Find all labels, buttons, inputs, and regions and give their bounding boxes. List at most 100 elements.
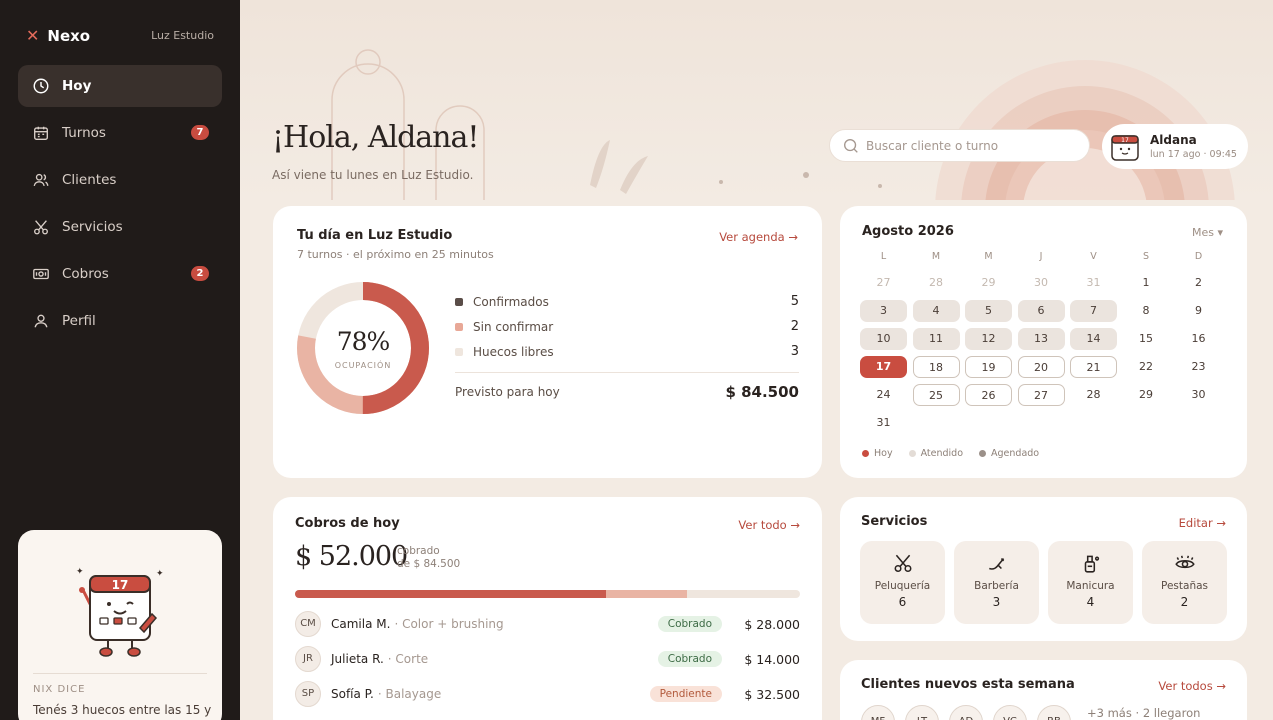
- calendar-day[interactable]: 29: [1123, 384, 1170, 406]
- client-name: Camila M.: [331, 617, 391, 631]
- services-title: Servicios: [861, 514, 928, 529]
- ver-todos-link[interactable]: Ver todos →: [1158, 679, 1226, 693]
- occupancy-label: OCUPACIÓN: [335, 359, 392, 370]
- service-name: Pestañas: [1161, 580, 1208, 592]
- day-card-subtitle: 7 turnos · el próximo en 25 minutos: [297, 248, 494, 261]
- more-clients-text: +3 más · 2 llegaron: [1087, 706, 1201, 720]
- calendar-day[interactable]: 8: [1123, 300, 1170, 322]
- calendar-day[interactable]: 11: [912, 328, 960, 350]
- calendar-day[interactable]: 31: [1070, 272, 1117, 294]
- service-tile-manicura[interactable]: Manicura 4: [1048, 541, 1133, 624]
- nexo-logo-icon: ✕: [26, 26, 40, 45]
- sidebar-item-servicios[interactable]: Servicios: [18, 206, 222, 248]
- payment-row[interactable]: JR Julieta R. · Corte Cobrado $ 14.000: [295, 645, 800, 673]
- calendar-day[interactable]: 24: [860, 384, 907, 406]
- calendar-day[interactable]: 22: [1123, 356, 1170, 378]
- legend-dot: [862, 450, 869, 457]
- calendar-day-today[interactable]: 17: [860, 356, 907, 378]
- editar-link[interactable]: Editar →: [1179, 516, 1226, 530]
- calendar-day[interactable]: 12: [965, 328, 1012, 350]
- legend-item-hoy: Hoy: [862, 448, 893, 459]
- payment-row[interactable]: CM Camila M. · Color + brushing Cobrado …: [295, 610, 800, 638]
- avatar: JR: [295, 646, 321, 672]
- sidebar-item-turnos[interactable]: Turnos 7: [18, 112, 222, 154]
- calendar-day[interactable]: 21: [1070, 356, 1117, 378]
- cobros-count-badge: 2: [191, 266, 209, 281]
- calendar-day[interactable]: 16: [1175, 328, 1222, 350]
- sidebar-item-cobros[interactable]: Cobros 2: [18, 253, 222, 295]
- calendar-day[interactable]: 27: [860, 272, 907, 294]
- client-avatar[interactable]: AD: [949, 705, 983, 720]
- calendar-day[interactable]: 18: [912, 356, 960, 378]
- weekday-header: M: [931, 251, 941, 262]
- new-clients-card: Clientes nuevos esta semana Ver todos → …: [840, 660, 1247, 720]
- weekday-header: M: [984, 251, 993, 262]
- client-name: Sofía P.: [331, 687, 374, 701]
- calendar-day[interactable]: 26: [965, 384, 1012, 406]
- service-tile-peluqueria[interactable]: Peluquería 6: [860, 541, 945, 624]
- ver-agenda-link[interactable]: Ver agenda →: [719, 230, 798, 244]
- calendar-day[interactable]: 5: [965, 300, 1012, 322]
- calendar-day[interactable]: 4: [912, 300, 960, 322]
- calendar-day[interactable]: 6: [1017, 300, 1065, 322]
- payments-title: Cobros de hoy: [295, 516, 400, 531]
- client-avatar[interactable]: MF: [861, 705, 895, 720]
- brand[interactable]: ✕ Nexo: [26, 26, 90, 46]
- calendar-day[interactable]: 13: [1017, 328, 1065, 350]
- client-avatar[interactable]: VC: [993, 705, 1027, 720]
- client-avatar[interactable]: RB: [1037, 705, 1071, 720]
- stat-label: Huecos libres: [473, 344, 554, 359]
- avatar: 17: [1111, 134, 1139, 161]
- calendar-day[interactable]: 14: [1070, 328, 1117, 350]
- service-tile-pestanas[interactable]: Pestañas 2: [1142, 541, 1227, 624]
- sidebar-item-clientes[interactable]: Clientes: [18, 159, 222, 201]
- user-menu[interactable]: 17 Aldana lun 17 ago · 09:45: [1102, 124, 1248, 169]
- payment-row[interactable]: SP Sofía P. · Balayage Pendiente $ 32.50…: [295, 680, 800, 708]
- calendar-day[interactable]: 2: [1175, 272, 1222, 294]
- calendar-day[interactable]: 30: [1018, 272, 1065, 294]
- calendar-day[interactable]: 30: [1175, 384, 1222, 406]
- forecast-row: Previsto para hoy $ 84.500: [455, 383, 799, 401]
- svg-text:✦: ✦: [76, 567, 84, 577]
- client-avatar[interactable]: LT: [905, 705, 939, 720]
- calendar-day[interactable]: 23: [1175, 356, 1222, 378]
- avatar-day: 17: [1121, 137, 1129, 144]
- sidebar-nav: Hoy Turnos 7 Clientes Servicios Cobros 2…: [18, 65, 222, 347]
- occupancy-value: 78%: [337, 327, 390, 356]
- calendar-day[interactable]: 10: [860, 328, 907, 350]
- calendar-day[interactable]: 25: [912, 384, 960, 406]
- service-count: 2: [1180, 595, 1189, 609]
- progress-collected: [295, 590, 606, 598]
- stat-sin-confirmar: Sin confirmar 2: [455, 319, 799, 334]
- calendar-day[interactable]: 15: [1123, 328, 1170, 350]
- calendar-day[interactable]: 28: [1070, 384, 1117, 406]
- calendar-day[interactable]: 27: [1017, 384, 1065, 406]
- calendar-month-title: Agosto 2026: [862, 224, 954, 239]
- legend-item-atendido: Atendido: [908, 448, 963, 459]
- legend-dot: [455, 297, 463, 306]
- calendar-day[interactable]: 1: [1123, 272, 1170, 294]
- nail-polish-icon: [1084, 555, 1099, 573]
- service-tile-barberia[interactable]: Barbería 3: [954, 541, 1039, 624]
- page-title: ¡Hola, Aldana!: [272, 120, 479, 155]
- calendar-day[interactable]: 7: [1070, 300, 1117, 322]
- sidebar-item-label: Perfil: [62, 313, 96, 329]
- stat-huecos-libres: Huecos libres 3: [455, 344, 799, 359]
- search-input[interactable]: Buscar cliente o turno: [829, 129, 1090, 162]
- calendar-day[interactable]: 20: [1017, 356, 1065, 378]
- service-name: · Balayage: [377, 687, 442, 701]
- service-count: 3: [992, 595, 1001, 609]
- calendar-day[interactable]: 9: [1175, 300, 1222, 322]
- calendar-day[interactable]: 28: [913, 272, 960, 294]
- calendar-day[interactable]: 31: [860, 412, 907, 434]
- nix-mascot-illustration: ✦ ✦ 17: [76, 567, 164, 657]
- calendar-view-select[interactable]: Mes ▾: [1192, 226, 1223, 239]
- ver-todo-link[interactable]: Ver todo →: [738, 518, 800, 532]
- sidebar-item-hoy[interactable]: Hoy: [18, 65, 222, 107]
- sidebar-item-perfil[interactable]: Perfil: [18, 300, 222, 342]
- clock-icon: [33, 78, 49, 94]
- main-content: ¡Hola, Aldana! Así viene tu lunes en Luz…: [240, 0, 1273, 720]
- calendar-day[interactable]: 3: [860, 300, 907, 322]
- calendar-day[interactable]: 29: [965, 272, 1012, 294]
- calendar-day[interactable]: 19: [965, 356, 1012, 378]
